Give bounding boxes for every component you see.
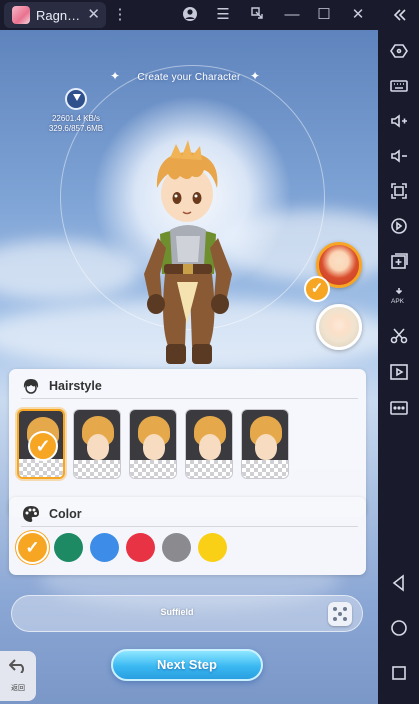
color-swatch[interactable] bbox=[90, 533, 119, 562]
checker-pattern bbox=[19, 459, 63, 477]
color-swatch[interactable] bbox=[126, 533, 155, 562]
minimize-icon[interactable]: — bbox=[283, 6, 301, 24]
add-app-icon[interactable] bbox=[378, 246, 419, 276]
color-label: Color bbox=[49, 507, 82, 521]
hairstyle-option[interactable] bbox=[129, 409, 177, 479]
download-icon bbox=[65, 88, 87, 110]
character-name-field[interactable]: Suffield bbox=[11, 595, 363, 632]
keyboard-icon[interactable] bbox=[378, 71, 419, 101]
close-window-icon[interactable]: ✕ bbox=[349, 6, 367, 24]
color-swatch[interactable]: ✓ bbox=[18, 533, 47, 562]
keyboard-control-icon[interactable] bbox=[378, 36, 419, 66]
back-label: 返回 bbox=[11, 685, 25, 692]
character-name: Suffield bbox=[160, 607, 194, 617]
next-step-button[interactable]: Next Step bbox=[111, 649, 263, 681]
portrait-selected-check-icon: ✓ bbox=[304, 276, 330, 302]
checker-pattern bbox=[242, 460, 288, 478]
game-viewport: ✦ ✦ Create your Character 22601.4 KB/s 3… bbox=[0, 30, 378, 704]
color-swatch[interactable] bbox=[54, 533, 83, 562]
selected-check-icon: ✓ bbox=[28, 431, 58, 461]
hairstyle-option[interactable] bbox=[73, 409, 121, 479]
record-video-icon[interactable] bbox=[378, 357, 419, 387]
back-nav-icon[interactable] bbox=[378, 568, 419, 598]
emulator-title-bar: Ragn… ✕ ⋮ ☰ — ☐ ✕ bbox=[0, 0, 419, 30]
apk-install-icon[interactable]: APK bbox=[378, 281, 419, 311]
more-icon[interactable] bbox=[378, 393, 419, 423]
checker-pattern bbox=[74, 460, 120, 478]
home-nav-icon[interactable] bbox=[378, 613, 419, 643]
close-tab-icon[interactable]: ✕ bbox=[87, 6, 100, 24]
hairstyle-preview-face bbox=[255, 434, 277, 460]
volume-up-icon[interactable] bbox=[378, 106, 419, 136]
download-status: 22601.4 KB/s 329.6/857.6MB bbox=[46, 88, 106, 134]
volume-down-icon[interactable] bbox=[378, 141, 419, 171]
screenshot-scissors-icon[interactable] bbox=[378, 321, 419, 351]
back-button[interactable]: 返回 bbox=[0, 651, 36, 701]
hairstyle-icon bbox=[23, 379, 39, 394]
menu-icon[interactable]: ☰ bbox=[214, 6, 232, 24]
create-character-title: Create your Character bbox=[137, 72, 241, 83]
download-progress: 329.6/857.6MB bbox=[48, 124, 104, 133]
svg-text:APK: APK bbox=[391, 298, 405, 305]
color-header: Color bbox=[21, 504, 82, 524]
recents-nav-icon[interactable] bbox=[378, 658, 419, 688]
rotate-icon[interactable] bbox=[378, 211, 419, 241]
hairstyle-label: Hairstyle bbox=[49, 379, 102, 393]
download-speed: 22601.4 KB/s bbox=[51, 114, 101, 123]
divider bbox=[21, 398, 358, 399]
fullscreen-icon[interactable] bbox=[378, 176, 419, 206]
random-name-dice-icon[interactable] bbox=[328, 602, 352, 626]
tab-menu-icon[interactable]: ⋮ bbox=[111, 6, 129, 24]
divider bbox=[21, 526, 358, 527]
expand-collapse-icon[interactable] bbox=[378, 0, 419, 30]
hairstyle-option[interactable]: ✓ bbox=[17, 409, 65, 479]
pin-window-icon[interactable] bbox=[248, 6, 266, 24]
maximize-icon[interactable]: ☐ bbox=[315, 6, 333, 24]
color-swatch[interactable] bbox=[198, 533, 227, 562]
character-model[interactable] bbox=[130, 124, 245, 369]
account-icon[interactable] bbox=[181, 6, 199, 24]
hairstyle-header: Hairstyle bbox=[21, 376, 102, 396]
app-icon bbox=[12, 6, 30, 24]
app-tab[interactable]: Ragn… ✕ bbox=[4, 2, 106, 28]
checker-pattern bbox=[186, 460, 232, 478]
color-panel: Color ✓ bbox=[9, 497, 366, 575]
color-swatch[interactable] bbox=[162, 533, 191, 562]
preset-portrait-blonde-girl[interactable] bbox=[316, 304, 362, 350]
hairstyle-preview-face bbox=[143, 434, 165, 460]
checker-pattern bbox=[130, 460, 176, 478]
hairstyle-preview-face bbox=[199, 434, 221, 460]
palette-icon bbox=[23, 506, 39, 522]
hairstyle-option[interactable] bbox=[241, 409, 289, 479]
back-arrow-icon bbox=[9, 659, 24, 673]
app-tab-title: Ragn… bbox=[36, 7, 81, 23]
hairstyle-panel: Hairstyle ✓ bbox=[9, 369, 366, 517]
hairstyle-option[interactable] bbox=[185, 409, 233, 479]
emulator-sidebar: APK bbox=[378, 0, 419, 704]
hairstyle-preview-face bbox=[87, 434, 109, 460]
